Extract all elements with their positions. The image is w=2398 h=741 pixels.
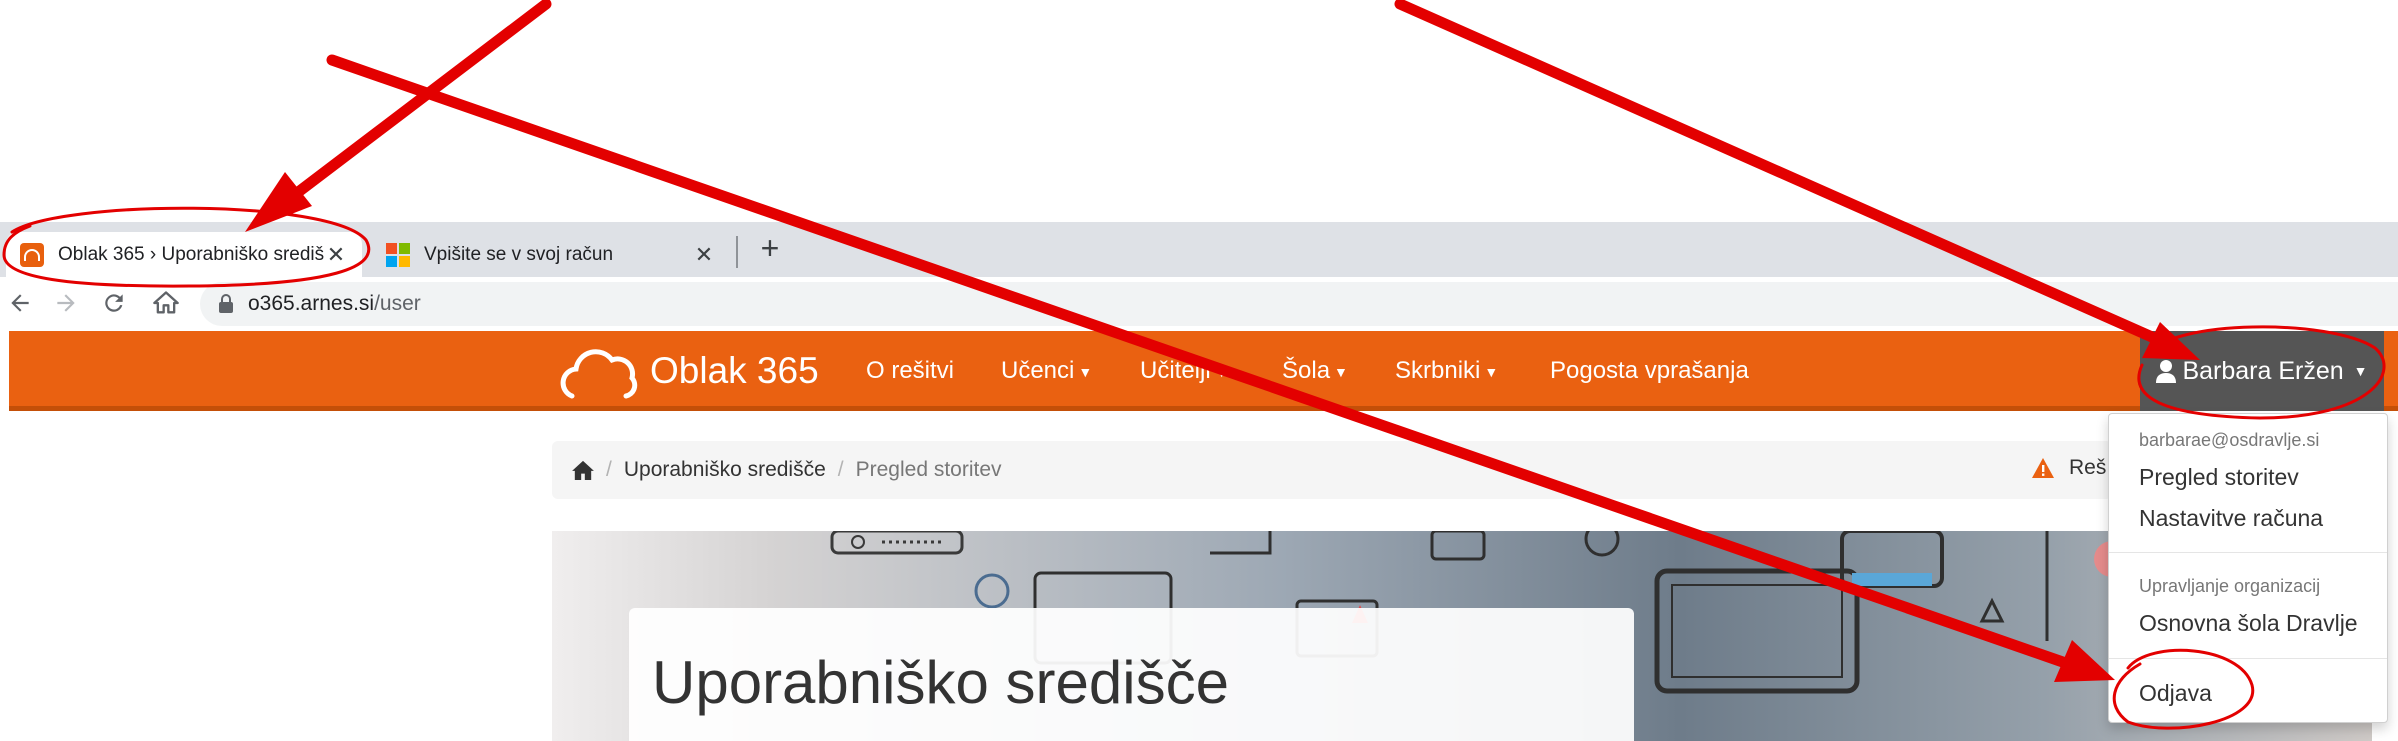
user-name: Barbara Eržen (2182, 356, 2344, 385)
breadcrumb: / Uporabniško središče / Pregled storite… (552, 441, 2112, 499)
nav-label: Skrbniki (1395, 357, 1481, 384)
back-button[interactable] (2, 285, 38, 321)
dropdown-org-header: Upravljanje organizacij (2139, 576, 2321, 596)
reload-icon (105, 294, 123, 312)
cloud-logo-icon (560, 349, 638, 399)
nav-label: Šola (1282, 357, 1331, 384)
breadcrumb-separator: / (606, 458, 612, 481)
caret-down-icon: ▼ (1214, 363, 1229, 380)
reload-button[interactable] (96, 285, 132, 321)
dropdown-email: barbarae@osdravlje.si (2139, 430, 2320, 450)
tab-oblak365[interactable]: Oblak 365 › Uporabniško središče ✕ (6, 232, 362, 277)
breadcrumb-separator: / (837, 458, 844, 481)
page-title: Uporabniško središče (652, 649, 1229, 716)
nav-label: Učenci (1001, 357, 1075, 384)
address-bar[interactable]: o365.arnes.si/user (200, 282, 2398, 326)
lock-icon (219, 294, 233, 313)
url-host: o365.arnes.si (248, 292, 375, 315)
new-tab-button[interactable]: + (752, 230, 788, 266)
caret-down-icon: ▼ (1484, 363, 1499, 380)
warning-icon (2032, 458, 2054, 478)
tab-title: Vpišite se v svoj račun (424, 243, 614, 265)
home-icon (153, 291, 179, 314)
caret-down-icon: ▼ (2353, 363, 2368, 379)
microsoft-favicon-icon (386, 242, 410, 267)
back-icon (11, 294, 29, 312)
nav-o-resitvi[interactable]: O rešitvi (866, 333, 954, 409)
caret-down-icon: ▼ (1334, 363, 1348, 380)
user-icon (2156, 360, 2177, 383)
nav-ucenci[interactable]: Učenci ▼ (1001, 333, 1092, 409)
breadcrumb-pregled-storitev: Pregled storitev (855, 458, 1002, 481)
dropdown-org-osnovna-sola-dravlje[interactable]: Osnovna šola Dravlje (2139, 610, 2358, 637)
home-button[interactable] (148, 285, 184, 321)
nav-pogosta-vprasanja[interactable]: Pogosta vprašanja (1550, 333, 1749, 409)
tab-title: Oblak 365 › Uporabniško središče (58, 243, 324, 265)
logout-link[interactable]: Odjava (2139, 680, 2212, 707)
url-path: /user (374, 292, 421, 315)
brand-name: Oblak 365 (650, 350, 819, 391)
nav-ucitelji[interactable]: Učitelji ▼ (1140, 333, 1229, 409)
breadcrumb-uporabnisko-sredisce[interactable]: Uporabniško središče (624, 458, 826, 482)
warning-text: Reš (2069, 456, 2107, 479)
user-dropdown-menu (2108, 413, 2388, 723)
nav-sola[interactable]: Šola ▼ (1282, 333, 1348, 409)
warning-link[interactable]: Reš (2031, 456, 2106, 480)
caret-down-icon: ▼ (1078, 363, 1093, 380)
oblak365-favicon-icon (20, 242, 44, 267)
tab-separator (736, 236, 738, 268)
nav-label: Pogosta vprašanja (1550, 357, 1749, 384)
nav-label: Učitelji (1140, 357, 1211, 384)
home-icon[interactable] (572, 460, 594, 480)
dropdown-divider (2109, 658, 2387, 659)
dropdown-pregled-storitev[interactable]: Pregled storitev (2139, 464, 2299, 491)
close-tab-icon[interactable]: ✕ (324, 242, 348, 268)
annotation-arrow-to-tab (266, 0, 552, 218)
dropdown-divider (2109, 552, 2387, 553)
user-menu-button[interactable]: Barbara Eržen ▼ (2140, 331, 2384, 411)
dropdown-nastavitve-racuna[interactable]: Nastavitve računa (2139, 505, 2323, 532)
close-tab-icon[interactable]: ✕ (692, 242, 716, 268)
nav-label: O rešitvi (866, 357, 955, 384)
brand-link[interactable]: Oblak 365 (558, 333, 819, 409)
tab-microsoft-signin[interactable]: Vpišite se v svoj račun ✕ (372, 232, 730, 277)
forward-icon (57, 294, 75, 312)
forward-button[interactable] (48, 285, 84, 321)
nav-skrbniki[interactable]: Skrbniki ▼ (1395, 333, 1498, 409)
